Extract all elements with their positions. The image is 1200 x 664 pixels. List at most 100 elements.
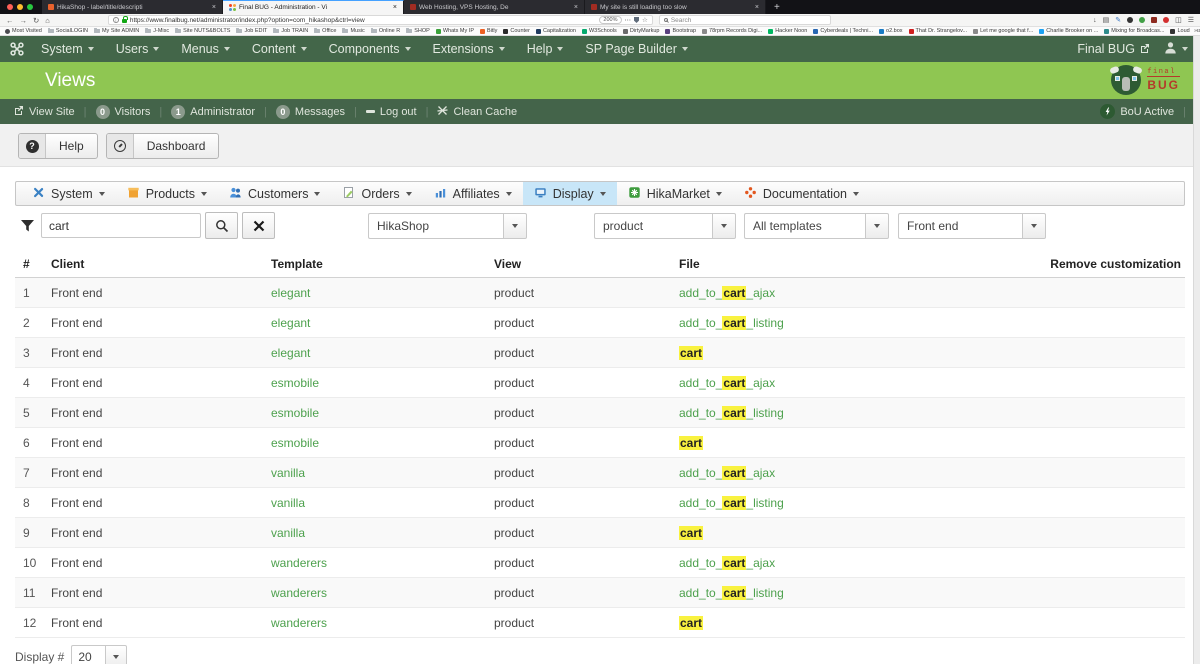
client-select[interactable]: Front end [898,213,1046,239]
bookmark-item[interactable]: Site NUTS&BOLTS [175,28,230,34]
bookmark-item[interactable]: Counter [503,28,530,34]
bookmark-item[interactable]: Bootstrap [665,28,696,34]
bookmark-item[interactable]: Office [314,28,336,34]
browser-tab-2-active[interactable]: Final BUG - Administration - Vi × [223,0,404,14]
bookmarks-overflow-chevron[interactable]: » [1190,27,1197,35]
hikashop-menu-customers[interactable]: Customers [218,182,331,205]
file-link[interactable]: cart [679,616,703,630]
extension-icon[interactable] [1127,17,1133,23]
extension2-icon[interactable] [1151,17,1157,23]
nav-item-sp-page-builder[interactable]: SP Page Builder [574,36,699,62]
bookmark-item[interactable]: Mixing for Broadcas... [1104,28,1164,34]
file-link[interactable]: add_to_cart_ajax [679,466,775,480]
template-link[interactable]: vanilla [271,466,305,480]
adblock-icon[interactable] [1163,17,1169,23]
template-link[interactable]: vanilla [271,496,305,510]
template-link[interactable]: esmobile [271,436,319,450]
bookmark-item[interactable]: Bitly [480,28,497,34]
pocket-shield-icon[interactable] [634,17,639,23]
hikashop-menu-orders[interactable]: Orders [331,182,422,205]
site-preview-link[interactable]: Final BUG [1077,42,1150,56]
close-window-button[interactable] [7,4,13,10]
bookmark-item[interactable]: J-Misc [145,28,169,34]
view-select[interactable]: product [594,213,736,239]
hikashop-menu-products[interactable]: Products [116,182,218,205]
template-link[interactable]: wanderers [271,556,327,570]
browser-tab-1[interactable]: HikaShop - label/title/descripti × [42,0,223,14]
browser-tab-4[interactable]: My site is still loading too slow × [585,0,766,14]
bookmark-item[interactable]: SocialLOGIN [48,28,88,34]
minimize-window-button[interactable] [17,4,23,10]
user-menu[interactable] [1164,41,1188,57]
template-link[interactable]: elegant [271,346,310,360]
nav-item-components[interactable]: Components [318,36,422,62]
chevron-down-icon[interactable] [1022,213,1046,239]
nav-item-content[interactable]: Content [241,36,318,62]
hikashop-menu-documentation[interactable]: Documentation [733,182,870,205]
messages-link[interactable]: 0 Messages [276,105,345,119]
bookmark-item[interactable]: SHOP [406,28,430,34]
file-link[interactable]: cart [679,346,703,360]
file-link[interactable]: add_to_cart_ajax [679,376,775,390]
close-tab-icon[interactable]: × [755,4,759,11]
bookmark-item[interactable]: Job TRAIN [273,28,308,34]
menu-icon[interactable]: ☰ [1188,16,1194,24]
search-button[interactable] [205,212,238,239]
template-select[interactable]: All templates [744,213,889,239]
bookmark-item[interactable]: Most Visited [5,28,42,34]
dashboard-button[interactable]: Dashboard [106,133,220,159]
nav-item-system[interactable]: System [30,36,105,62]
file-link[interactable]: add_to_cart_ajax [679,286,775,300]
clean-cache-link[interactable]: Clean Cache [437,105,517,119]
template-link[interactable]: elegant [271,316,310,330]
scrollbar[interactable] [1193,36,1200,664]
bookmark-item[interactable]: Hacker Noon [768,28,807,34]
bou-active-indicator[interactable]: BoU Active [1100,104,1174,119]
close-tab-icon[interactable]: × [212,4,216,11]
search-bar[interactable]: Search [659,15,831,25]
bookmark-item[interactable]: o2.box [879,28,903,34]
download-icon[interactable]: ↓ [1093,17,1097,24]
browser-tab-3[interactable]: Web Hosting, VPS Hosting, De × [404,0,585,14]
bookmark-item[interactable]: Job EDIT [236,28,267,34]
chevron-down-icon[interactable] [105,645,127,664]
display-count-select[interactable] [71,645,105,664]
template-link[interactable]: wanderers [271,586,327,600]
chevron-down-icon[interactable] [865,213,889,239]
sidebar-icon[interactable]: ◫ [1175,16,1182,24]
bookmark-item[interactable]: W3Schools [582,28,617,34]
nav-item-help[interactable]: Help [516,36,575,62]
bookmark-item[interactable]: Capitalization [536,28,576,34]
edit-icon[interactable]: ✎ [1115,16,1121,24]
zoom-window-button[interactable] [27,4,33,10]
logout-link[interactable]: Log out [366,106,417,118]
bookmark-item[interactable]: My Site ADMIN [94,28,139,34]
help-button[interactable]: ? Help [18,133,98,159]
library-icon[interactable]: ▤ [1103,16,1110,24]
bookmark-item[interactable]: 78rpm Records Digi... [702,28,762,34]
bookmark-item[interactable]: Online R [371,28,400,34]
hikashop-menu-affiliates[interactable]: Affiliates [423,182,523,205]
bookmark-item[interactable]: Let me google that f... [973,28,1033,34]
reload-icon[interactable]: ↻ [33,16,39,25]
file-link[interactable]: add_to_cart_listing [679,586,784,600]
file-link[interactable]: cart [679,436,703,450]
bookmark-item[interactable]: Cyberdeals | Techni... [813,28,873,34]
page-actions-icon[interactable]: ⋯ [625,16,632,24]
nav-item-users[interactable]: Users [105,36,171,62]
template-link[interactable]: wanderers [271,616,327,630]
template-link[interactable]: elegant [271,286,310,300]
url-text[interactable]: https://www.finalbug.net/administrator/i… [130,17,597,24]
bookmark-item[interactable]: DirtyMarkup [623,28,660,34]
bookmark-star-icon[interactable]: ☆ [642,16,648,24]
component-select[interactable]: HikaShop [368,213,527,239]
bookmark-item[interactable]: That Dr. Strangelov... [909,28,968,34]
info-icon[interactable]: i [113,17,119,23]
hikashop-menu-hikamarket[interactable]: HikaMarket [617,182,733,205]
home-icon[interactable]: ⌂ [45,16,50,25]
chevron-down-icon[interactable] [503,213,527,239]
template-link[interactable]: vanilla [271,526,305,540]
clear-search-button[interactable] [242,212,275,239]
file-link[interactable]: add_to_cart_ajax [679,556,775,570]
bookmark-item[interactable]: Charlie Brooker on ... [1039,28,1098,34]
